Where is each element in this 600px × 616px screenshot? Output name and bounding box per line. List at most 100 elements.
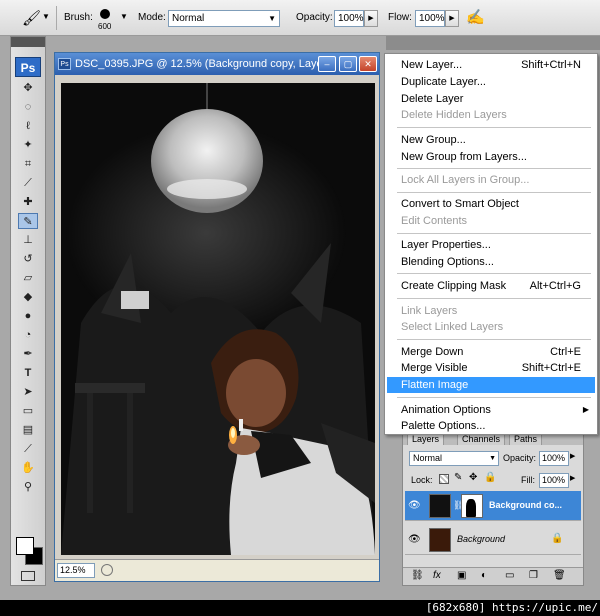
zoom-level-field[interactable]: 12.5% — [57, 563, 95, 578]
new-layer-icon[interactable]: ❐ — [529, 570, 538, 581]
link-layers-icon[interactable]: ⛓ — [411, 570, 424, 581]
menu-separator — [397, 298, 591, 299]
menu-item-blending-options[interactable]: Blending Options... — [387, 254, 595, 270]
adjustment-layer-icon[interactable]: ◐ — [481, 570, 487, 581]
layer-style-icon[interactable]: fx — [433, 570, 441, 581]
minimize-button[interactable]: – — [318, 56, 336, 72]
image-canvas[interactable] — [61, 83, 375, 555]
quick-mask-icon[interactable] — [21, 571, 35, 581]
layer-thumbnail — [429, 494, 451, 518]
opacity-slider-button[interactable]: ▶ — [364, 10, 378, 27]
move-tool-icon[interactable]: ✥ — [18, 80, 38, 96]
menu-item-new-group[interactable]: New Group... — [387, 132, 595, 148]
menu-item-edit-contents: Edit Contents — [401, 215, 468, 227]
layers-panel-footer: ⛓ fx ▣ ◐ ▭ ❐ 🗑 — [403, 567, 583, 585]
visibility-eye-icon[interactable]: 👁 — [408, 534, 421, 545]
mode-label: Mode: — [138, 12, 166, 23]
blend-mode-select[interactable]: Normal ▼ — [409, 451, 499, 466]
eraser-tool-icon[interactable]: ▱ — [18, 270, 38, 286]
menu-item-new-group-from-layers[interactable]: New Group from Layers... — [387, 149, 595, 165]
brush-dropdown[interactable]: ▼ — [120, 12, 128, 21]
lock-position-icon[interactable]: ✥ — [469, 472, 477, 483]
layers-context-menu: New Layer... Shift+Ctrl+N Duplicate Layer… — [384, 53, 598, 435]
status-info-icon[interactable] — [101, 564, 113, 576]
type-tool-icon[interactable]: T — [18, 365, 38, 381]
airbrush-icon[interactable]: ✍ — [466, 8, 485, 26]
eyedropper-tool-icon[interactable]: ⟋ — [18, 441, 38, 457]
layer-row[interactable]: 👁 ⛓ Background co... — [405, 491, 581, 521]
path-selection-tool-icon[interactable]: ➤ — [18, 384, 38, 400]
layer-opacity-field[interactable]: 100% — [539, 451, 569, 466]
menu-item-animation-options[interactable]: Animation Options ▶ — [387, 402, 595, 418]
menu-item-duplicate-layer[interactable]: Duplicate Layer... — [387, 74, 595, 90]
brush-preview-icon[interactable] — [100, 9, 110, 19]
trash-icon[interactable]: 🗑 — [553, 570, 566, 581]
menu-item-layer-properties[interactable]: Layer Properties... — [387, 237, 595, 253]
flow-value: 100% — [419, 13, 445, 24]
flow-slider-button[interactable]: ▶ — [445, 10, 459, 27]
fill-label: Fill: — [521, 475, 535, 485]
fill-field[interactable]: 100% — [539, 473, 569, 488]
tool-preset-dropdown[interactable]: ▼ — [42, 12, 50, 21]
brush-label: Brush: — [64, 12, 93, 23]
menu-item-lock-all-layers: Lock All Layers in Group... — [401, 174, 530, 186]
maximize-button[interactable]: ▢ — [339, 56, 357, 72]
watermark: [682x680] https://upic.me/ — [425, 601, 598, 614]
paint-bucket-tool-icon[interactable]: ◆ — [18, 289, 38, 305]
menu-item-merge-down[interactable]: Merge Down Ctrl+E — [387, 344, 595, 360]
menu-item-create-clipping-mask[interactable]: Create Clipping Mask Alt+Ctrl+G — [387, 278, 595, 294]
brush-size: 600 — [98, 22, 112, 31]
menu-separator — [397, 273, 591, 274]
ps-logo[interactable]: Ps — [15, 57, 41, 77]
toolbox: Ps ✥ ◌ ℓ ✦ ⌗ ⟋ ✚ ✎ ⊥ ↺ ▱ ◆ ● ◔ ✒ T ➤ ▭ ▤… — [10, 36, 46, 586]
zoom-value: 12.5% — [60, 565, 86, 575]
ps-document-icon: Ps — [58, 58, 71, 70]
clone-stamp-tool-icon[interactable]: ⊥ — [18, 232, 38, 248]
hand-tool-icon[interactable]: ✋ — [18, 460, 38, 476]
notes-tool-icon[interactable]: ▤ — [18, 422, 38, 438]
lock-pixels-icon[interactable]: ✎ — [454, 472, 462, 483]
zoom-tool-icon[interactable]: ⚲ — [18, 479, 38, 495]
brush-tool-icon[interactable]: 🖌 — [22, 9, 41, 27]
layers-panel: Layers Channels Paths Normal ▼ Opacity: … — [402, 430, 584, 586]
document-title-bar[interactable]: Ps DSC_0395.JPG @ 12.5% (Background copy… — [55, 53, 379, 75]
palette-well — [386, 36, 600, 50]
fill-slider-button[interactable]: ▶ — [570, 474, 575, 482]
layer-name: Background co... — [489, 500, 563, 510]
add-mask-icon[interactable]: ▣ — [457, 570, 466, 581]
mode-select[interactable]: Normal ▼ — [168, 10, 280, 27]
visibility-eye-icon[interactable]: 👁 — [408, 500, 421, 511]
shape-tool-icon[interactable]: ▭ — [18, 403, 38, 419]
marquee-tool-icon[interactable]: ◌ — [18, 99, 38, 115]
layer-row[interactable]: 👁 Background 🔒 — [405, 525, 581, 555]
foreground-color-swatch[interactable] — [16, 537, 34, 555]
brush-tool-icon[interactable]: ✎ — [18, 213, 38, 229]
healing-brush-tool-icon[interactable]: ✚ — [18, 194, 38, 210]
blur-tool-icon[interactable]: ● — [18, 308, 38, 324]
menu-item-flatten-image[interactable]: Flatten Image — [387, 377, 595, 393]
flow-field[interactable]: 100% — [415, 10, 445, 27]
close-button[interactable]: ✕ — [359, 56, 377, 72]
layer-opacity-label: Opacity: — [503, 453, 537, 463]
opacity-slider-button[interactable]: ▶ — [570, 452, 575, 460]
toolbox-header[interactable] — [11, 37, 45, 47]
menu-item-merge-visible[interactable]: Merge Visible Shift+Ctrl+E — [387, 360, 595, 376]
menu-item-new-layer[interactable]: New Layer... Shift+Ctrl+N — [387, 57, 595, 73]
new-group-icon[interactable]: ▭ — [505, 570, 514, 581]
menu-item-palette-options[interactable]: Palette Options... — [387, 418, 595, 434]
menu-separator — [397, 192, 591, 193]
pen-tool-icon[interactable]: ✒ — [18, 346, 38, 362]
menu-item-delete-layer[interactable]: Delete Layer — [387, 91, 595, 107]
lock-all-icon[interactable]: 🔒 — [484, 472, 496, 483]
slice-tool-icon[interactable]: ⟋ — [18, 175, 38, 191]
crop-tool-icon[interactable]: ⌗ — [18, 156, 38, 172]
lasso-tool-icon[interactable]: ℓ — [18, 118, 38, 134]
dodge-tool-icon[interactable]: ◔ — [18, 327, 38, 343]
opacity-field[interactable]: 100% — [334, 10, 364, 27]
menu-separator — [397, 397, 591, 398]
magic-wand-tool-icon[interactable]: ✦ — [18, 137, 38, 153]
menu-item-convert-smart-object[interactable]: Convert to Smart Object — [387, 196, 595, 212]
lock-transparency-icon[interactable] — [439, 474, 449, 484]
layer-mask-thumbnail[interactable] — [461, 494, 483, 518]
history-brush-tool-icon[interactable]: ↺ — [18, 251, 38, 267]
